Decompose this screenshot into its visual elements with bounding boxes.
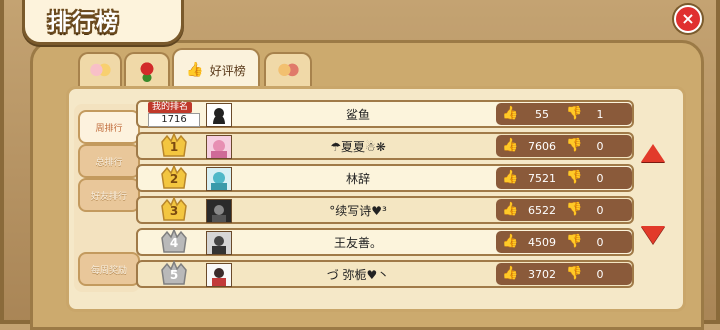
friends-icon (276, 60, 300, 82)
rank-number: 5 (169, 268, 179, 282)
thumbs-down-icon: 👎 (566, 106, 583, 121)
thumbs-down-icon: 👎 (566, 170, 583, 185)
thumbs-up-icon: 👍 (502, 266, 519, 281)
player-name: °续写诗♥³ (329, 204, 387, 218)
likes-box: 👍 3702 👎 0 (496, 263, 632, 285)
page-title: 排行榜 (48, 11, 121, 36)
thumbs-up-icon: 👍 (186, 62, 204, 78)
like-count: 55 (535, 107, 549, 121)
rose-icon (135, 60, 159, 82)
table-row[interactable]: 4 王友善。 👍 4509 👎 0 (136, 228, 634, 256)
likes-box: 👍 55 👎 1 (496, 103, 632, 125)
rank-number: 2 (169, 172, 179, 186)
thumbs-down-icon: 👎 (566, 202, 583, 217)
likes-box: 👍 7606 👎 0 (496, 135, 632, 157)
thumbs-down-icon: 👎 (566, 266, 583, 281)
like-count: 7606 (528, 139, 556, 153)
my-rank-box: 我的排名 1716 (148, 102, 202, 127)
my-rank-row[interactable]: 我的排名 1716 鲨鱼 👍 55 👎 1 (136, 100, 634, 128)
menu-friends[interactable]: 好友排行 (78, 178, 140, 212)
dislike-count: 0 (596, 139, 604, 153)
thumbs-down-icon: 👎 (566, 138, 583, 153)
thumbs-down-icon: 👎 (566, 234, 583, 249)
menu-weekly-reward-label: 每周奖励 (90, 265, 127, 276)
dislike-count: 0 (596, 203, 604, 217)
player-name: 鲨鱼 (345, 108, 370, 122)
close-button[interactable]: × (674, 5, 702, 33)
avatar[interactable] (206, 199, 232, 223)
my-rank-value: 1716 (148, 113, 200, 127)
avatar-image (207, 104, 231, 126)
like-count: 6522 (528, 203, 556, 217)
my-rank-label: 我的排名 (148, 102, 192, 113)
couple-icon (88, 60, 112, 82)
tab-praise[interactable]: 👍 好评榜 (172, 48, 260, 90)
avatar-image (207, 136, 231, 158)
tab-friends[interactable] (264, 52, 312, 88)
table-row[interactable]: 2 林辞 👍 7521 👎 0 (136, 164, 634, 192)
rank-badge: 5 (160, 260, 190, 288)
avatar[interactable] (206, 135, 232, 159)
menu-total[interactable]: 总排行 (78, 144, 140, 178)
tab-couple[interactable] (78, 52, 122, 88)
player-name: ☂夏夏☃❋ (330, 140, 386, 154)
likes-box: 👍 7521 👎 0 (496, 167, 632, 189)
avatar-image (207, 232, 231, 254)
player-name: 王友善。 (333, 236, 382, 250)
table-row[interactable]: 5 づ 弥栀♥丶 👍 3702 👎 0 (136, 260, 634, 288)
tab-rose[interactable] (124, 52, 170, 88)
like-count: 4509 (528, 235, 556, 249)
likes-box: 👍 4509 👎 0 (496, 231, 632, 253)
rank-badge: 2 (160, 164, 190, 192)
thumbs-up-icon: 👍 (502, 234, 519, 249)
menu-weekly-reward[interactable]: 每周奖励 (78, 252, 140, 286)
rank-number: 4 (169, 236, 179, 250)
menu-weekly-label: 周排行 (95, 123, 123, 134)
avatar-image (207, 200, 231, 222)
rank-number: 3 (169, 204, 179, 218)
thumbs-up-icon: 👍 (502, 202, 519, 217)
avatar[interactable] (206, 103, 232, 127)
rank-badge: 4 (160, 228, 190, 256)
dislike-count: 0 (596, 235, 604, 249)
close-icon: × (681, 9, 695, 28)
rank-number: 1 (169, 140, 179, 154)
dislike-count: 1 (596, 107, 604, 121)
likes-box: 👍 6522 👎 0 (496, 199, 632, 221)
thumbs-up-icon: 👍 (502, 106, 519, 121)
like-count: 3702 (528, 267, 556, 281)
rank-badge: 3 (160, 196, 190, 224)
menu-friends-label: 好友排行 (90, 191, 127, 202)
thumbs-up-icon: 👍 (502, 138, 519, 153)
table-row[interactable]: 1 ☂夏夏☃❋ 👍 7606 👎 0 (136, 132, 634, 160)
avatar-image (207, 168, 231, 190)
thumbs-up-icon: 👍 (502, 170, 519, 185)
menu-total-label: 总排行 (95, 157, 123, 168)
avatar[interactable] (206, 167, 232, 191)
scroll-up-arrow-icon[interactable] (641, 144, 665, 162)
tab-praise-label: 好评榜 (209, 63, 246, 78)
avatar[interactable] (206, 231, 232, 255)
avatar-image (207, 264, 231, 286)
menu-weekly[interactable]: 周排行 (78, 110, 140, 144)
rank-badge: 1 (160, 132, 190, 160)
dislike-count: 0 (596, 171, 604, 185)
dislike-count: 0 (596, 267, 604, 281)
like-count: 7521 (528, 171, 556, 185)
player-name: づ 弥栀♥丶 (326, 268, 390, 282)
scroll-down-arrow-icon[interactable] (641, 226, 665, 244)
avatar[interactable] (206, 263, 232, 287)
player-name: 林辞 (345, 172, 370, 186)
table-row[interactable]: 3 °续写诗♥³ 👍 6522 👎 0 (136, 196, 634, 224)
